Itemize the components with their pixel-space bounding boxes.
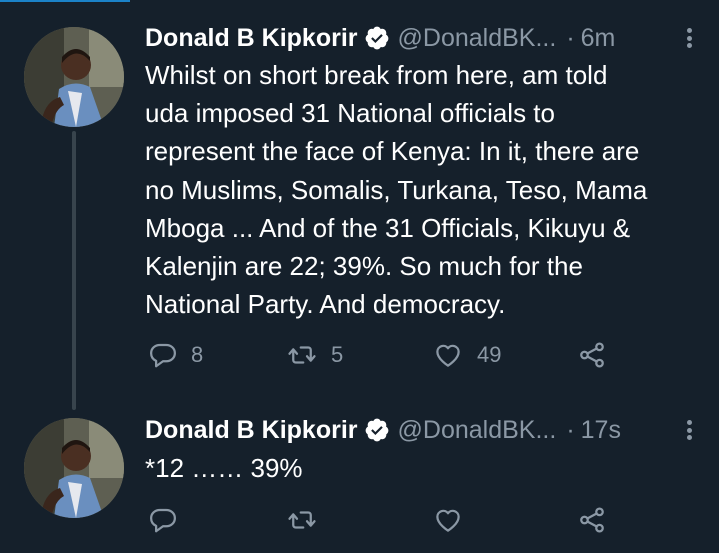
author-handle[interactable]: @DonaldBK... (398, 24, 557, 53)
share-button[interactable] (576, 340, 608, 370)
verified-badge-icon (364, 25, 390, 51)
reply-icon (150, 508, 176, 533)
like-button[interactable]: 49 (432, 340, 501, 370)
tweet-header: Donald B Kipkorir @DonaldBK... · 6m (145, 21, 693, 55)
heart-icon (436, 344, 460, 367)
avatar[interactable] (24, 418, 124, 518)
separator-dot: · (566, 415, 575, 444)
retweet-icon (288, 346, 316, 364)
retweet-icon (288, 511, 316, 529)
retweet-button[interactable]: 5 (286, 340, 343, 370)
tweet-timestamp[interactable]: 6m (581, 24, 616, 53)
author-handle[interactable]: @DonaldBK... (398, 416, 557, 445)
thread-connector-line (72, 131, 76, 410)
tweet-timestamp[interactable]: 17s (581, 416, 621, 445)
reply-icon (150, 343, 176, 368)
retweet-count: 5 (331, 342, 344, 367)
reply-count: 8 (191, 342, 204, 367)
tweet-header: Donald B Kipkorir @DonaldBK... · 17s (145, 413, 693, 447)
like-button[interactable] (432, 505, 464, 535)
share-icon (580, 507, 604, 533)
like-count: 49 (477, 342, 502, 367)
author-name[interactable]: Donald B Kipkorir (145, 24, 358, 53)
share-button[interactable] (576, 505, 608, 535)
reply-button[interactable] (148, 505, 178, 535)
tweet-text: *12 …… 39% (145, 453, 303, 483)
verified-badge-icon (364, 417, 390, 443)
tweet-text: Whilst on short break from here, am told… (145, 60, 648, 320)
avatar[interactable] (24, 27, 124, 127)
heart-icon (436, 509, 460, 532)
more-vertical-icon[interactable] (687, 28, 693, 48)
more-vertical-icon[interactable] (687, 420, 693, 440)
tweet-actions (145, 505, 719, 539)
retweet-button[interactable] (286, 505, 318, 535)
reply-button[interactable]: 8 (148, 340, 203, 370)
tweet-actions: 8 5 49 (145, 340, 719, 374)
separator-dot: · (566, 23, 575, 52)
share-icon (580, 342, 604, 368)
author-name[interactable]: Donald B Kipkorir (145, 416, 358, 445)
